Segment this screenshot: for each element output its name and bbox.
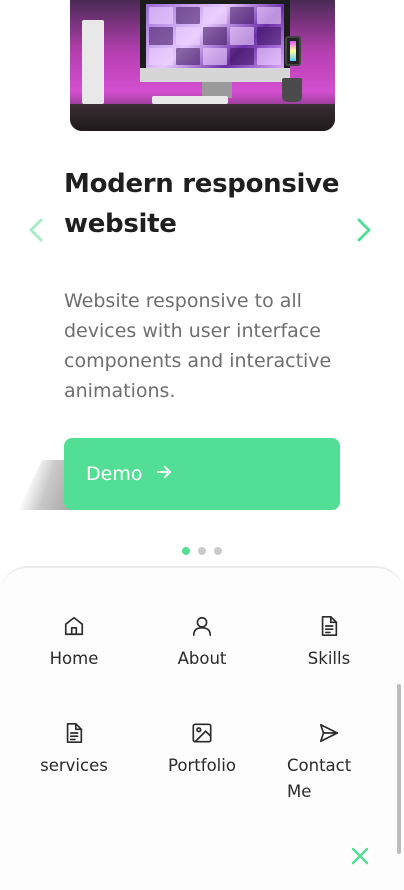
nav-item-about[interactable]: About	[142, 614, 262, 672]
file-icon	[317, 614, 341, 638]
close-icon	[350, 846, 370, 870]
pagination-dot[interactable]	[198, 547, 206, 555]
nav-item-portfolio[interactable]: Portfolio	[142, 721, 262, 779]
nav-item-label: Skills	[307, 649, 351, 668]
nav-item-label: About	[177, 649, 227, 668]
arrow-right-icon	[156, 463, 172, 485]
home-icon	[62, 614, 86, 638]
demo-button-label: Demo	[86, 463, 143, 485]
nav-item-home[interactable]: Home	[14, 614, 134, 672]
project-description: Website responsive to all devices with u…	[64, 290, 332, 402]
chevron-left-icon	[27, 217, 45, 247]
image-icon	[190, 721, 214, 745]
carousel-next-button[interactable]	[350, 218, 378, 246]
nav-item-skills[interactable]: Skills	[269, 614, 389, 672]
file-icon	[62, 721, 86, 745]
project-image	[70, 0, 335, 131]
nav-item-label: Contact Me	[287, 756, 352, 801]
nav-item-label: services	[40, 756, 108, 775]
nav-item-label: Home	[49, 649, 99, 668]
nav-item-services[interactable]: services	[14, 721, 134, 779]
close-menu-button[interactable]	[346, 844, 374, 872]
scrollbar[interactable]	[397, 684, 401, 854]
demo-button[interactable]: Demo	[64, 438, 340, 510]
send-icon	[317, 721, 341, 745]
carousel-pagination	[182, 547, 222, 555]
pagination-dot[interactable]	[214, 547, 222, 555]
chevron-right-icon	[355, 217, 373, 247]
user-icon	[190, 614, 214, 638]
pagination-dot[interactable]	[182, 547, 190, 555]
nav-item-contact[interactable]: Contact Me	[269, 721, 389, 805]
project-title: Modern responsive website	[64, 169, 340, 239]
nav-item-label: Portfolio	[168, 756, 236, 775]
carousel-prev-button[interactable]	[22, 218, 50, 246]
